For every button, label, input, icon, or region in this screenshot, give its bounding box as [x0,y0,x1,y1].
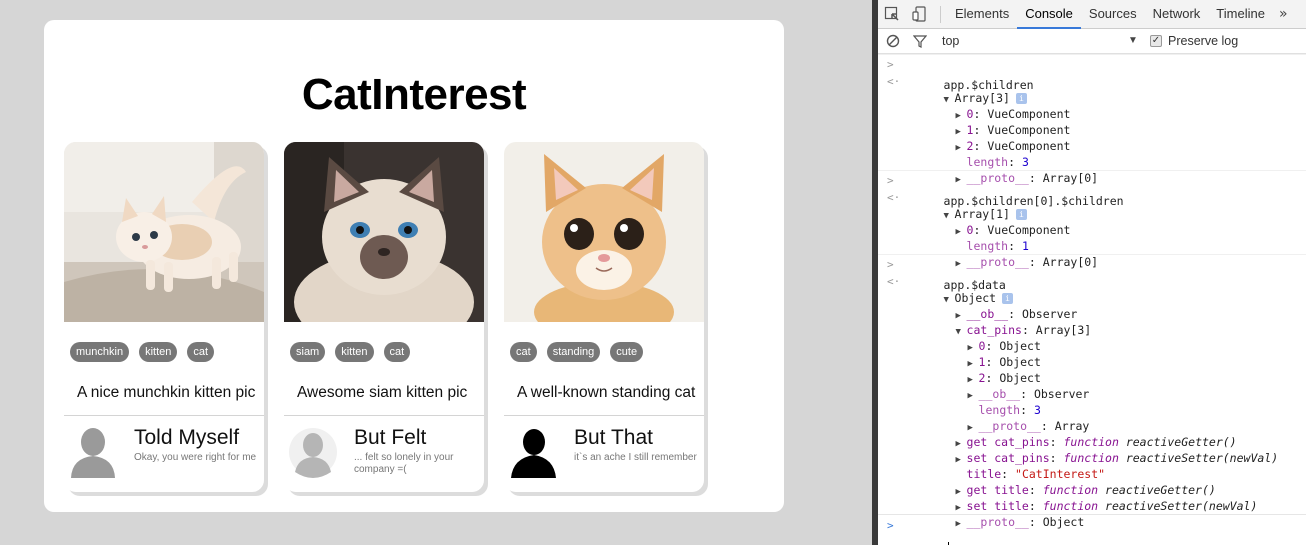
tree-row[interactable]: ▶ 0: VueComponent [878,90,1306,121]
tag-chip[interactable]: kitten [335,342,374,362]
tag-chip[interactable]: siam [290,342,326,362]
pin-card-siam[interactable]: siam kitten cat Awesome siam kitten pic … [284,142,484,492]
tree-row[interactable]: ▼ cat_pins: Array[3] [878,306,1306,337]
more-tabs-button[interactable]: » [1273,6,1294,22]
console-toolbar: top ▼ ✓ Preserve log [878,29,1306,54]
console-output: > app.$children <· ▼ Array[3] i ▶ 0: VueCompo… [878,54,1306,545]
author-name[interactable]: But That [574,426,653,450]
clear-console-icon[interactable] [878,27,908,56]
filter-icon[interactable] [908,27,932,56]
console-input-entry: > app.$data [878,254,1306,292]
tree-row[interactable]: ▶ __proto__: Object [878,498,1306,529]
avatar[interactable] [288,426,338,478]
devtools-tabbar: Elements Console Sources Network Timelin… [878,0,1306,29]
tree-row[interactable]: ▶ 0: VueComponent [878,206,1306,237]
tag-chip[interactable]: munchkin [70,342,130,362]
divider [64,415,264,416]
author-name[interactable]: Told Myself [134,426,239,450]
tag-chip[interactable]: kitten [139,342,178,362]
app-title: CatInterest [301,70,527,119]
author-quote: Okay, you were right for me [134,452,257,463]
pin-caption: A nice munchkin kitten pic [77,384,256,401]
tab-timeline[interactable]: Timeline [1208,0,1273,29]
tree-row[interactable]: ▶ 1: VueComponent [878,106,1306,137]
tag-list: munchkin kitten cat [70,342,215,362]
tree-row: length: 3 [966,155,1029,169]
pin-caption: Awesome siam kitten pic [297,384,468,401]
pin-caption: A well-known standing cat [517,384,696,401]
device-mode-icon[interactable] [906,0,934,29]
tree-row: length: 1 [966,239,1029,253]
tag-chip[interactable]: standing [546,342,601,362]
tree-row[interactable]: ▶ 1: Object [878,338,1306,369]
avatar[interactable] [68,426,118,478]
tree-row[interactable]: ▶ set cat_pins: function reactiveSetter(n… [878,434,1306,465]
tree-row[interactable]: ▶ __ob__: Observer [878,290,1306,321]
result-arrow-icon: <· [887,191,901,204]
result-arrow-icon: <· [887,75,901,88]
preserve-log-checkbox[interactable]: ✓ [1150,35,1162,47]
tree-row[interactable]: ▶ 2: Object [878,354,1306,385]
tree-row[interactable]: ▶ __proto__: Array[0] [878,238,1306,269]
pin-card-munchkin[interactable]: munchkin kitten cat A nice munchkin kitt… [64,142,264,492]
author-quote: ... felt so lonely in your company =( [354,452,454,475]
input-prompt-icon: > [887,174,894,187]
toolbar-separator [940,5,941,23]
inspect-element-icon[interactable] [878,0,906,29]
tag-list: siam kitten cat [290,342,411,362]
console-input-entry: > app.$children[0].$children [878,170,1306,208]
context-dropdown-arrow-icon[interactable]: ▼ [1128,35,1138,46]
tree-row[interactable]: ▶ __ob__: Observer [878,370,1306,401]
siam-kitten-photo[interactable] [284,142,484,322]
input-prompt-icon: > [887,519,894,532]
tag-list: cat standing cute [510,342,644,362]
tag-chip[interactable]: cat [383,342,411,362]
tab-console[interactable]: Console [1017,0,1081,29]
app-card: CatInterest munchkin kitten cat A nice m… [44,20,784,512]
input-prompt-icon: > [887,58,894,71]
standing-cat-photo[interactable] [504,142,704,322]
devtools-panel: Elements Console Sources Network Timelin… [872,0,1306,545]
tag-chip[interactable]: cat [187,342,215,362]
console-input-entry: > app.$children [878,54,1306,92]
tree-row[interactable]: ▶ set title: function reactiveSetter(newV… [878,482,1306,513]
console-result[interactable]: <· ▼ Array[3] i [878,74,1306,105]
tree-row[interactable]: ▶ 2: VueComponent [878,122,1306,153]
console-result[interactable]: <· ▼ Object i [878,274,1306,305]
tab-network[interactable]: Network [1145,0,1209,29]
divider [284,415,484,416]
tree-row[interactable]: ▶ get cat_pins: function reactiveGetter() [878,418,1306,449]
console-result[interactable]: <· ▼ Array[1] i [878,190,1306,221]
avatar[interactable] [508,426,558,478]
preserve-log-label[interactable]: Preserve log [1168,34,1238,48]
tree-row[interactable]: ▶ __proto__: Array [878,402,1306,433]
tag-chip[interactable]: cute [610,342,644,362]
input-prompt-icon: > [887,258,894,271]
munchkin-kitten-photo[interactable] [64,142,264,322]
divider [504,415,704,416]
result-arrow-icon: <· [887,275,901,288]
tree-row: title: "CatInterest" [966,467,1106,481]
tag-chip[interactable]: cat [510,342,537,362]
tree-row: length: 3 [978,403,1041,417]
pin-card-standing[interactable]: cat standing cute A well-known standing … [504,142,704,492]
context-select[interactable]: top [942,34,1142,48]
tab-elements[interactable]: Elements [947,0,1017,29]
tree-row[interactable]: ▶ get title: function reactiveGetter() [878,466,1306,497]
tree-row[interactable]: ▶ 0: Object [878,322,1306,353]
author-name[interactable]: But Felt [354,426,426,450]
tree-row[interactable]: ▶ __proto__: Array[0] [878,154,1306,185]
browser-viewport: CatInterest munchkin kitten cat A nice m… [0,0,872,545]
tab-sources[interactable]: Sources [1081,0,1145,29]
author-quote: it`s an ache I still remember [574,452,697,463]
console-prompt-input[interactable]: > [878,514,1306,545]
